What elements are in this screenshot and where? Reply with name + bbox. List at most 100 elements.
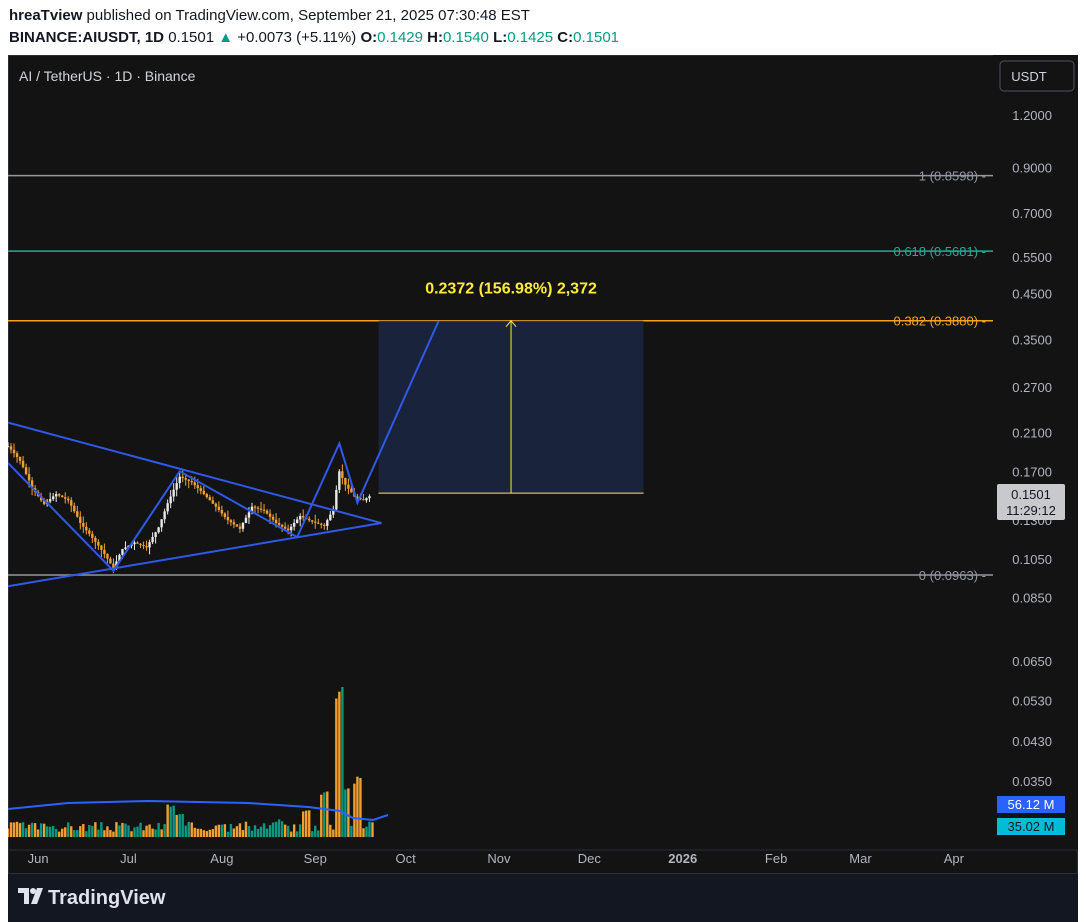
y-tick-label-5: 0.3500 [1012,333,1052,348]
volume-bar [341,687,344,837]
y-tick-label-10: 0.1050 [1012,552,1052,567]
candle-body [232,522,236,525]
volume-bar [124,823,127,837]
volume-bar [359,778,362,837]
volume-bar [365,826,368,837]
candle-body [21,460,25,468]
volume-bars [8,687,389,837]
fib-level-label-0: 1 (0.8598) - [919,169,986,184]
fib-level-label-1: 0.618 (0.5681) - [893,244,986,259]
volume-bar [238,823,242,837]
candle-body [154,532,157,537]
volume-bar [145,825,148,837]
volume-bar [350,825,353,837]
high-value: 0.1540 [443,29,489,46]
candle-body [64,497,67,499]
candle-body [175,483,178,490]
volume-bar [33,823,37,837]
candle-body [109,558,112,564]
volume-bar [220,824,224,837]
volume-bar [36,829,40,837]
volume-bar [154,829,157,837]
candle-body [326,520,329,526]
volume-bar [64,827,67,837]
candle-body [256,507,260,509]
volume-bar [362,828,365,837]
volume-bar [271,822,275,837]
volume-bar [76,830,79,837]
y-tick-label-4: 0.4500 [1012,287,1052,302]
open-label: O: [360,29,378,46]
chart-canvas[interactable]: 1 (0.8598) - 0.618 (0.5681) - 0.382 (0.388… [8,55,1078,874]
volume-bar [317,830,320,837]
volume-bar [292,824,296,837]
volume-bar [157,822,160,837]
volume-ma-line [8,799,389,822]
volume-bar [88,824,91,837]
candle-body [196,485,199,489]
y-tick-label-2: 0.7000 [1012,206,1052,221]
publish-info: hreaTview published on TradingView.com, … [9,7,530,24]
candle-body [320,523,323,525]
measure-label: 0.2372 (156.98%) 2,372 [425,281,597,298]
candle-body [226,516,230,521]
candle-body [27,474,31,481]
volume-bar [24,828,28,837]
candle-body [362,499,365,501]
candle-body [184,478,187,480]
candle-body [151,536,154,543]
volume-bar [187,821,190,837]
close-label: C: [557,29,574,46]
volume-bar [139,822,142,837]
volume-bar [18,823,22,837]
fib-level-label-2: 0.382 (0.3880) - [893,314,986,329]
candle-body [253,506,257,508]
volume-bar [30,822,34,837]
candle-body [124,547,127,550]
candle-body [280,524,284,527]
candle-body [238,526,242,529]
x-tick-label-9: Mar [849,851,872,866]
y-tick-label-11: 0.0850 [1012,591,1052,606]
volume-bar [45,826,49,837]
tradingview-brand[interactable]: TradingView [48,887,165,910]
candle-body [265,510,269,514]
x-tick-label-5: Nov [487,851,511,866]
candle-body [244,517,248,523]
volume-bar [61,828,64,837]
volume-bar [42,823,46,837]
candle-body [103,549,106,555]
currency-button-label[interactable]: USDT [1011,69,1046,84]
candle-body [241,522,245,529]
volume-bar [133,827,136,837]
volume-bar [332,829,335,837]
candle-body [323,524,326,526]
x-tick-label-10: Apr [944,851,965,866]
volume-bar [301,811,305,837]
volume-bar [148,824,151,837]
candle-body [229,520,233,523]
candle-body [271,516,275,520]
candle-body [214,503,218,507]
volume-bar [166,804,169,837]
tradingview-logo-icon [18,888,43,904]
candle-body [262,509,266,511]
x-tick-label-8: Feb [765,851,787,866]
fib-level-label-3: 0 (0.0963) - [919,568,986,583]
y-tick-label-14: 0.0430 [1012,734,1052,749]
candle-body [268,513,272,517]
candle-body [61,495,64,498]
candle-body [76,511,79,517]
close-value: 0.1501 [573,29,620,46]
author-name[interactable]: hreaTview [9,7,82,24]
candle-body [166,503,169,512]
volume-bar [172,805,175,837]
volume-bar [118,825,121,837]
volume-bar [91,825,94,837]
volume-bar [335,698,338,837]
candle-body [51,496,55,500]
candle-body [208,497,212,501]
candle-body [67,498,70,501]
triangle-lower-line [8,522,382,588]
volume-bar [214,825,218,837]
